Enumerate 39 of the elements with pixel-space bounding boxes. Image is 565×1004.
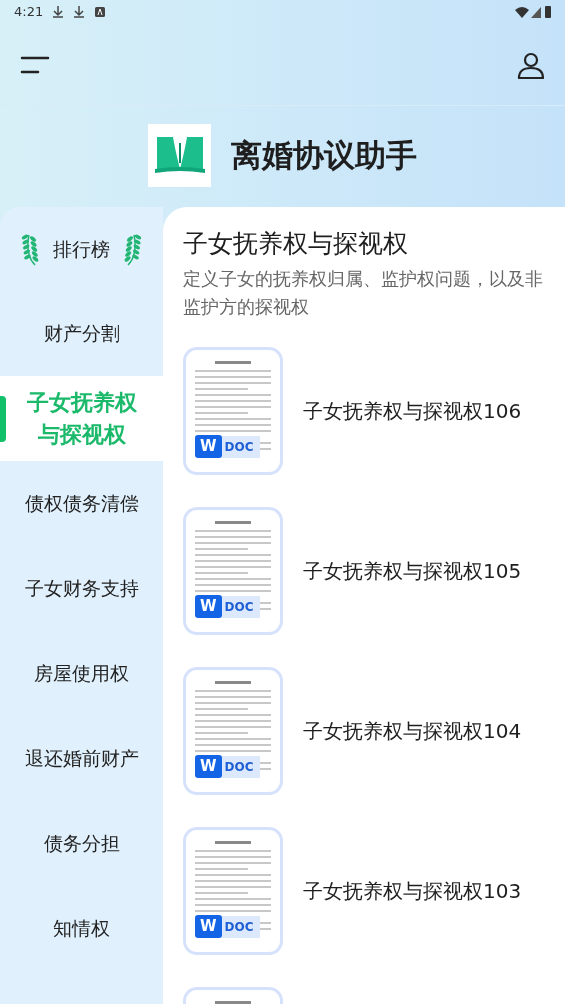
category-tab[interactable]: 财产分割 xyxy=(0,291,163,376)
word-badge: W xyxy=(195,435,222,458)
document-title[interactable]: 子女抚养权与探视权105 xyxy=(303,556,522,586)
document-thumbnail[interactable]: W DOC xyxy=(183,667,283,795)
battery-icon xyxy=(545,6,551,18)
category-tab[interactable]: 退还婚前财产 xyxy=(0,716,163,801)
file-type-label: DOC xyxy=(220,915,260,938)
document-thumbnail[interactable]: W DOC xyxy=(183,347,283,475)
notification-icon xyxy=(95,7,106,17)
ranking-tab[interactable]: 排行榜 xyxy=(0,207,163,291)
category-tab[interactable]: 房屋使用权 xyxy=(0,631,163,716)
file-type-label: DOC xyxy=(220,595,260,618)
category-tab[interactable]: 债务分担 xyxy=(0,801,163,886)
wifi-icon xyxy=(515,6,529,18)
file-type-label: DOC xyxy=(220,755,260,778)
category-tab[interactable]: 知情权 xyxy=(0,886,163,971)
ranking-label: 排行榜 xyxy=(53,236,110,262)
signal-icon xyxy=(531,6,541,18)
word-badge: W xyxy=(195,755,222,778)
file-type-label: DOC xyxy=(220,435,260,458)
download-icon xyxy=(53,6,64,18)
category-tab[interactable]: 子女财务支持 xyxy=(0,546,163,631)
section-title: 子女抚养权与探视权 xyxy=(183,228,409,260)
selected-indicator xyxy=(0,396,6,442)
download-icon xyxy=(74,6,85,18)
menu-button[interactable] xyxy=(20,54,50,75)
app-logo xyxy=(148,123,211,187)
document-title[interactable]: 子女抚养权与探视权104 xyxy=(303,716,522,746)
app-title: 离婚协议助手 xyxy=(231,135,417,175)
word-badge: W xyxy=(195,915,222,938)
document-title[interactable]: 子女抚养权与探视权106 xyxy=(303,396,522,426)
document-title[interactable]: 子女抚养权与探视权103 xyxy=(303,876,522,906)
section-description: 定义子女的抚养权归属、监护权问题，以及非监护方的探视权 xyxy=(183,268,544,319)
profile-button[interactable] xyxy=(517,50,545,79)
status-time: 4:21 xyxy=(14,3,44,22)
document-thumbnail[interactable]: W DOC xyxy=(183,507,283,635)
category-tab[interactable]: 债权债务清偿 xyxy=(0,461,163,546)
word-badge: W xyxy=(195,595,222,618)
document-thumbnail[interactable]: W DOC xyxy=(183,827,283,955)
